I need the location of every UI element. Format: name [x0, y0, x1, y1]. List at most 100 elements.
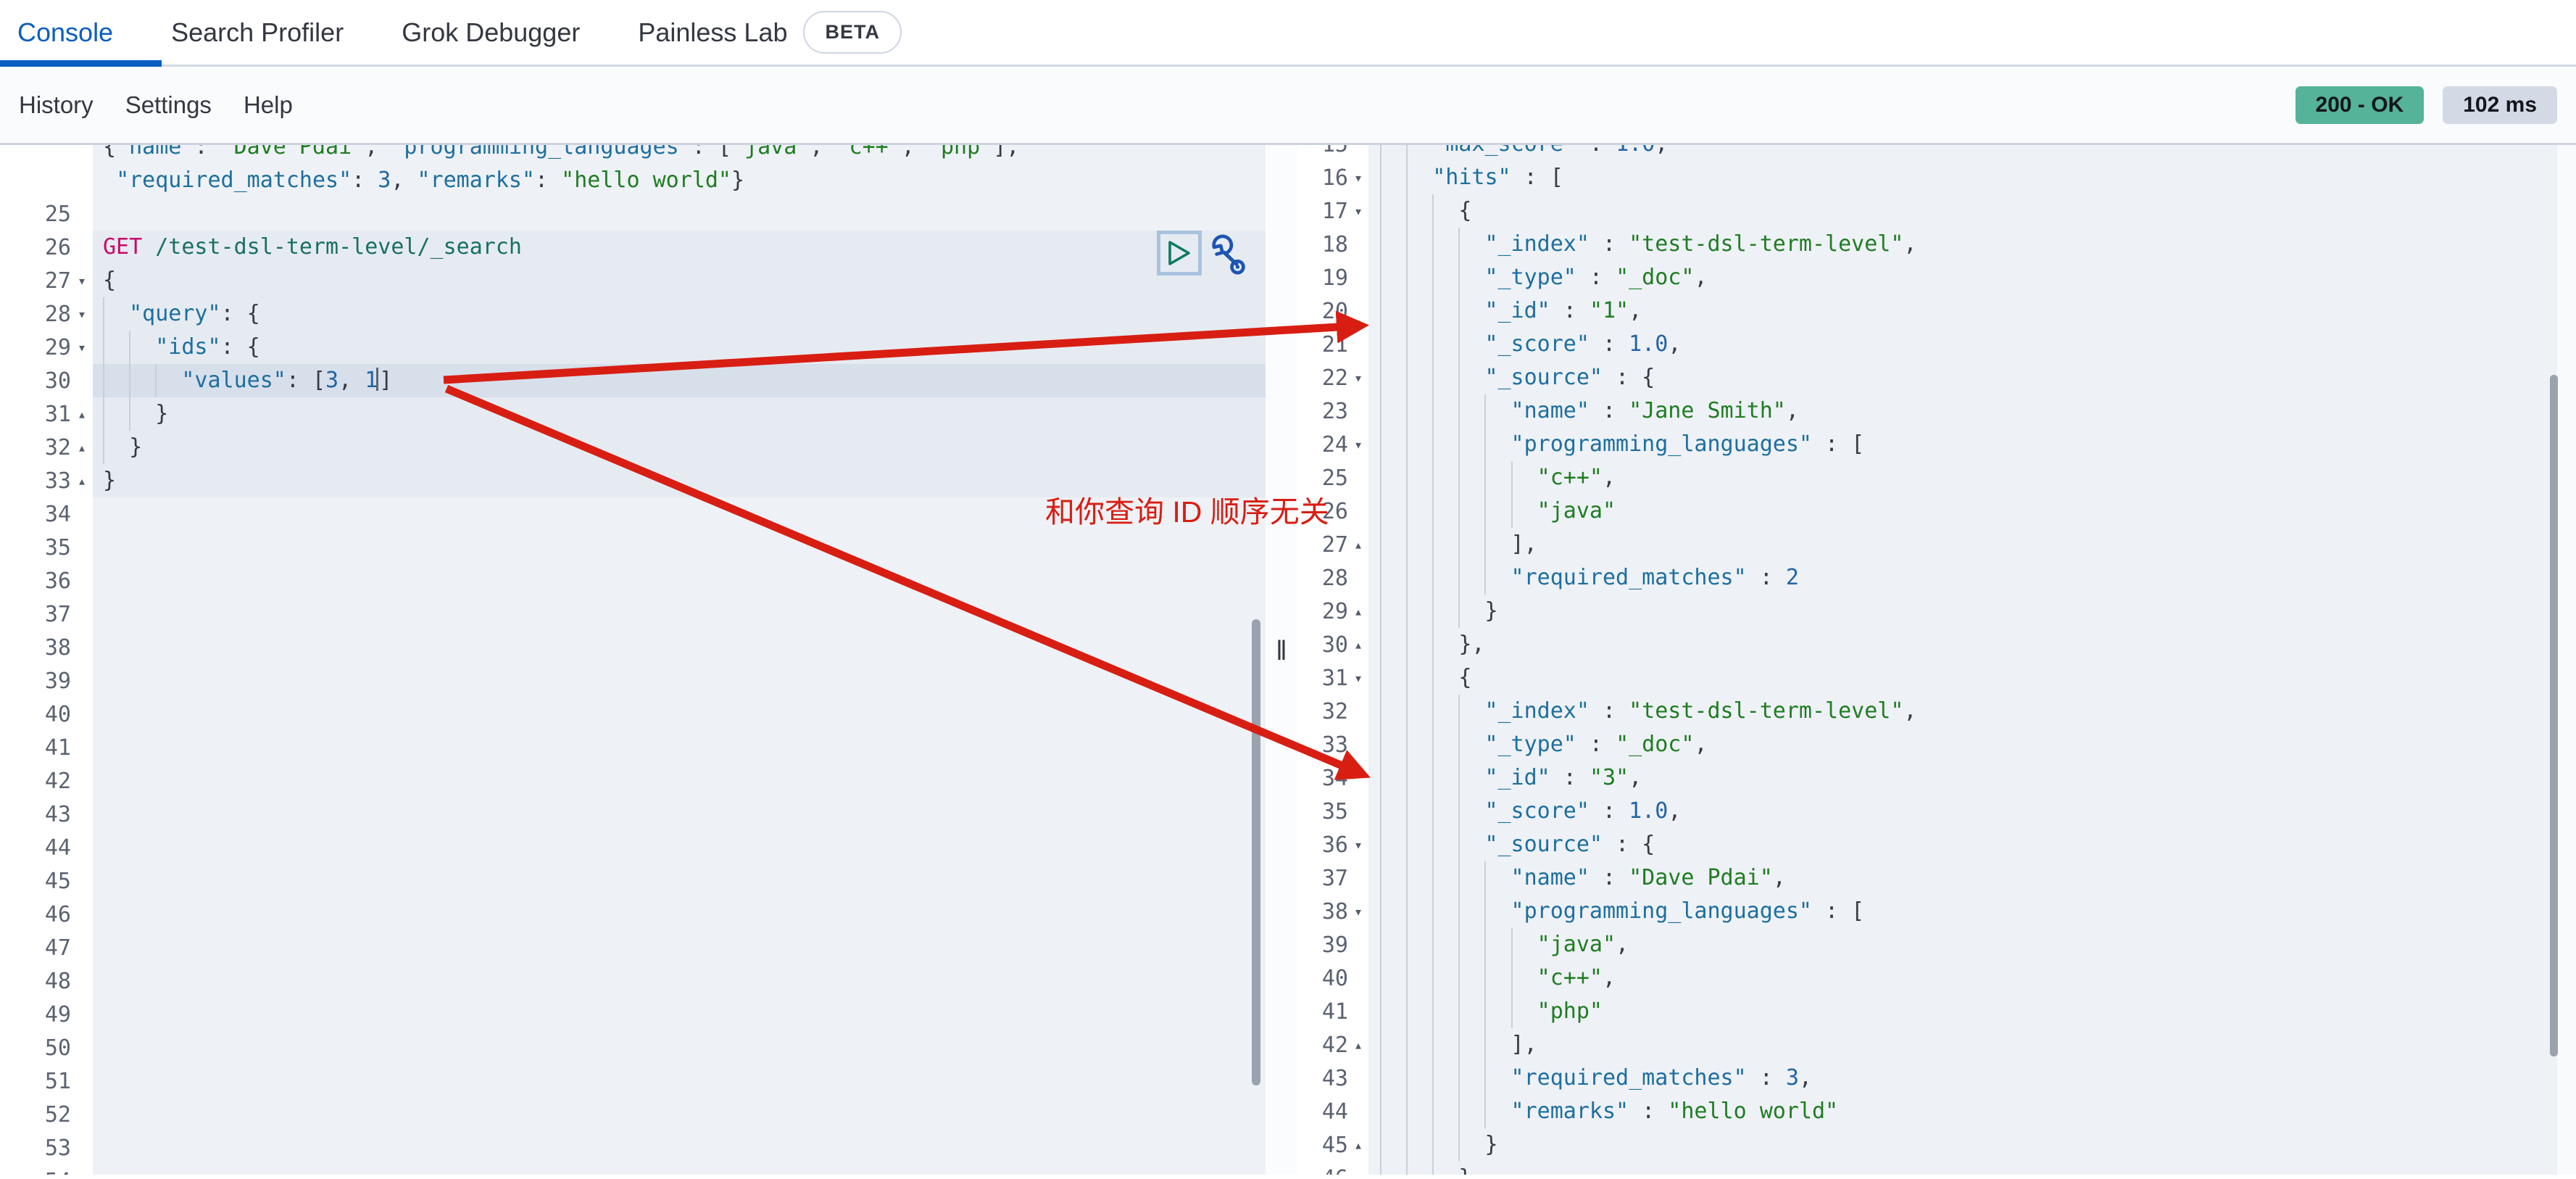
code-content[interactable]: {	[1368, 661, 2576, 695]
code-line[interactable]: 27 ▴ ],	[1297, 528, 2576, 561]
tab-painless-lab[interactable]: Painless Lab	[638, 17, 787, 48]
code-line[interactable]: 44	[0, 831, 1266, 864]
resizer-handle-icon[interactable]: ‖	[1276, 636, 1287, 667]
code-content[interactable]	[93, 197, 1266, 231]
code-line[interactable]: 54	[0, 1164, 1266, 1175]
code-line[interactable]: 51	[0, 1064, 1266, 1098]
help-menu[interactable]: Help	[244, 91, 293, 119]
code-line[interactable]: 52	[0, 1098, 1266, 1131]
code-line[interactable]: 21 "_score" : 1.0,	[1297, 328, 2576, 361]
code-line[interactable]: 29 ▴ }	[1297, 595, 2576, 628]
settings-menu[interactable]: Settings	[125, 91, 212, 119]
code-line[interactable]: 45	[0, 864, 1266, 898]
code-content[interactable]: {"name": "Dave Pdai", "programming_langu…	[93, 145, 1266, 164]
code-content[interactable]: "programming_languages" : [	[1368, 428, 2576, 461]
code-content[interactable]: "_source" : {	[1368, 361, 2576, 394]
code-line[interactable]: 41 "php"	[1297, 995, 2576, 1028]
code-line[interactable]: 31 ▾ {	[1297, 661, 2576, 695]
code-content[interactable]: "_score" : 1.0,	[1368, 795, 2576, 828]
code-line[interactable]: 48	[0, 964, 1266, 998]
code-line[interactable]: 43	[0, 798, 1266, 831]
fold-toggle-icon[interactable]: ▾	[1348, 361, 1368, 394]
code-line[interactable]: 26 GET /test-dsl-term-level/_search	[0, 231, 1266, 264]
code-content[interactable]: ],	[1368, 528, 2576, 561]
code-line[interactable]: 17 ▾ {	[1297, 194, 2576, 228]
fold-toggle-icon[interactable]: ▴	[1348, 528, 1368, 561]
fold-toggle-icon[interactable]: ▾	[1348, 161, 1368, 194]
code-line[interactable]: 42	[0, 764, 1266, 798]
code-content[interactable]: }	[93, 431, 1266, 464]
code-content[interactable]: "name" : "Jane Smith",	[1368, 394, 2576, 428]
code-line[interactable]: 41	[0, 731, 1266, 764]
code-content[interactable]: "_id" : "3",	[1368, 761, 2576, 795]
code-line[interactable]: 25 "c++",	[1297, 461, 2576, 495]
code-content[interactable]	[93, 964, 1266, 998]
code-content[interactable]	[93, 698, 1266, 731]
code-line[interactable]: {"name": "Dave Pdai", "programming_langu…	[0, 145, 1266, 164]
code-content[interactable]: }	[1368, 1162, 2576, 1175]
code-content[interactable]: "_type" : "_doc",	[1368, 728, 2576, 761]
code-content[interactable]: "values": [3, 1]	[93, 364, 1266, 397]
code-content[interactable]: }	[1368, 1128, 2576, 1162]
code-line[interactable]: 39 "java",	[1297, 928, 2576, 961]
tab-search-profiler[interactable]: Search Profiler	[171, 17, 344, 48]
code-line[interactable]: 28 ▾ "query": {	[0, 297, 1266, 331]
code-line[interactable]: 53	[0, 1131, 1266, 1164]
code-line[interactable]: 38 ▾ "programming_languages" : [	[1297, 895, 2576, 928]
code-content[interactable]	[93, 1064, 1266, 1098]
code-content[interactable]: "remarks" : "hello world"	[1368, 1095, 2576, 1128]
code-content[interactable]: "_score" : 1.0,	[1368, 328, 2576, 361]
code-line[interactable]: 45 ▴ }	[1297, 1128, 2576, 1162]
code-line[interactable]: 47	[0, 931, 1266, 964]
code-content[interactable]	[93, 597, 1266, 631]
code-line[interactable]: 40	[0, 698, 1266, 731]
code-content[interactable]: "java",	[1368, 928, 2576, 961]
right-editor-scrollbar[interactable]	[2550, 375, 2558, 1056]
code-line[interactable]: 28 "required_matches" : 2	[1297, 561, 2576, 595]
code-line[interactable]: 20 "_id" : "1",	[1297, 294, 2576, 328]
code-content[interactable]: "_type" : "_doc",	[1368, 261, 2576, 294]
fold-toggle-icon[interactable]: ▴	[1348, 595, 1368, 628]
code-line[interactable]: 30 ▴ },	[1297, 628, 2576, 661]
code-content[interactable]	[93, 798, 1266, 831]
code-line[interactable]: 22 ▾ "_source" : {	[1297, 361, 2576, 394]
code-line[interactable]: 16 ▾ "hits" : [	[1297, 161, 2576, 194]
code-line[interactable]: 24 ▾ "programming_languages" : [	[1297, 428, 2576, 461]
code-content[interactable]: "_index" : "test-dsl-term-level",	[1368, 695, 2576, 728]
code-line[interactable]: 32 "_index" : "test-dsl-term-level",	[1297, 695, 2576, 728]
code-content[interactable]: "java"	[1368, 495, 2576, 528]
fold-toggle-icon[interactable]: ▴	[1348, 1028, 1368, 1062]
code-content[interactable]: }	[1368, 595, 2576, 628]
code-line[interactable]: 44 "remarks" : "hello world"	[1297, 1095, 2576, 1128]
code-content[interactable]: "c++",	[1368, 461, 2576, 495]
code-line[interactable]: 46 }	[1297, 1162, 2576, 1175]
code-line[interactable]: 40 "c++",	[1297, 961, 2576, 995]
code-content[interactable]: "php"	[1368, 995, 2576, 1028]
code-line[interactable]: 38	[0, 631, 1266, 664]
code-line[interactable]: 33 "_type" : "_doc",	[1297, 728, 2576, 761]
fold-toggle-icon[interactable]: ▾	[1348, 194, 1368, 228]
code-content[interactable]: {	[1368, 194, 2576, 228]
panel-resizer[interactable]: ‖	[1266, 145, 1297, 1175]
code-line[interactable]: 34 "_id" : "3",	[1297, 761, 2576, 795]
send-request-button[interactable]	[1157, 231, 1202, 276]
code-line[interactable]: 23 "name" : "Jane Smith",	[1297, 394, 2576, 428]
tab-grok-debugger[interactable]: Grok Debugger	[402, 17, 580, 48]
code-content[interactable]: ],	[1368, 1028, 2576, 1062]
code-content[interactable]: "required_matches": 3, "remarks": "hello…	[93, 164, 1266, 197]
fold-toggle-icon[interactable]: ▾	[1348, 661, 1368, 695]
code-content[interactable]: {	[93, 264, 1266, 297]
code-line[interactable]: 35	[0, 531, 1266, 564]
code-line[interactable]: 37 "name" : "Dave Pdai",	[1297, 861, 2576, 895]
code-content[interactable]	[93, 1164, 1266, 1175]
code-line[interactable]: 42 ▴ ],	[1297, 1028, 2576, 1062]
code-content[interactable]: "max_score" : 1.0,	[1368, 145, 2576, 161]
fold-toggle-icon[interactable]: ▴	[1348, 628, 1368, 661]
response-viewer[interactable]: 15 "max_score" : 1.0,16▾ "hits" : [17▾ {…	[1297, 145, 2576, 1175]
code-line[interactable]: 31 ▴ }	[0, 397, 1266, 431]
code-line[interactable]: 37	[0, 597, 1266, 631]
code-line[interactable]: 36	[0, 564, 1266, 597]
code-content[interactable]: "_source" : {	[1368, 828, 2576, 861]
code-line[interactable]: 30 "values": [3, 1]	[0, 364, 1266, 397]
code-line[interactable]: 15 "max_score" : 1.0,	[1297, 145, 2576, 161]
